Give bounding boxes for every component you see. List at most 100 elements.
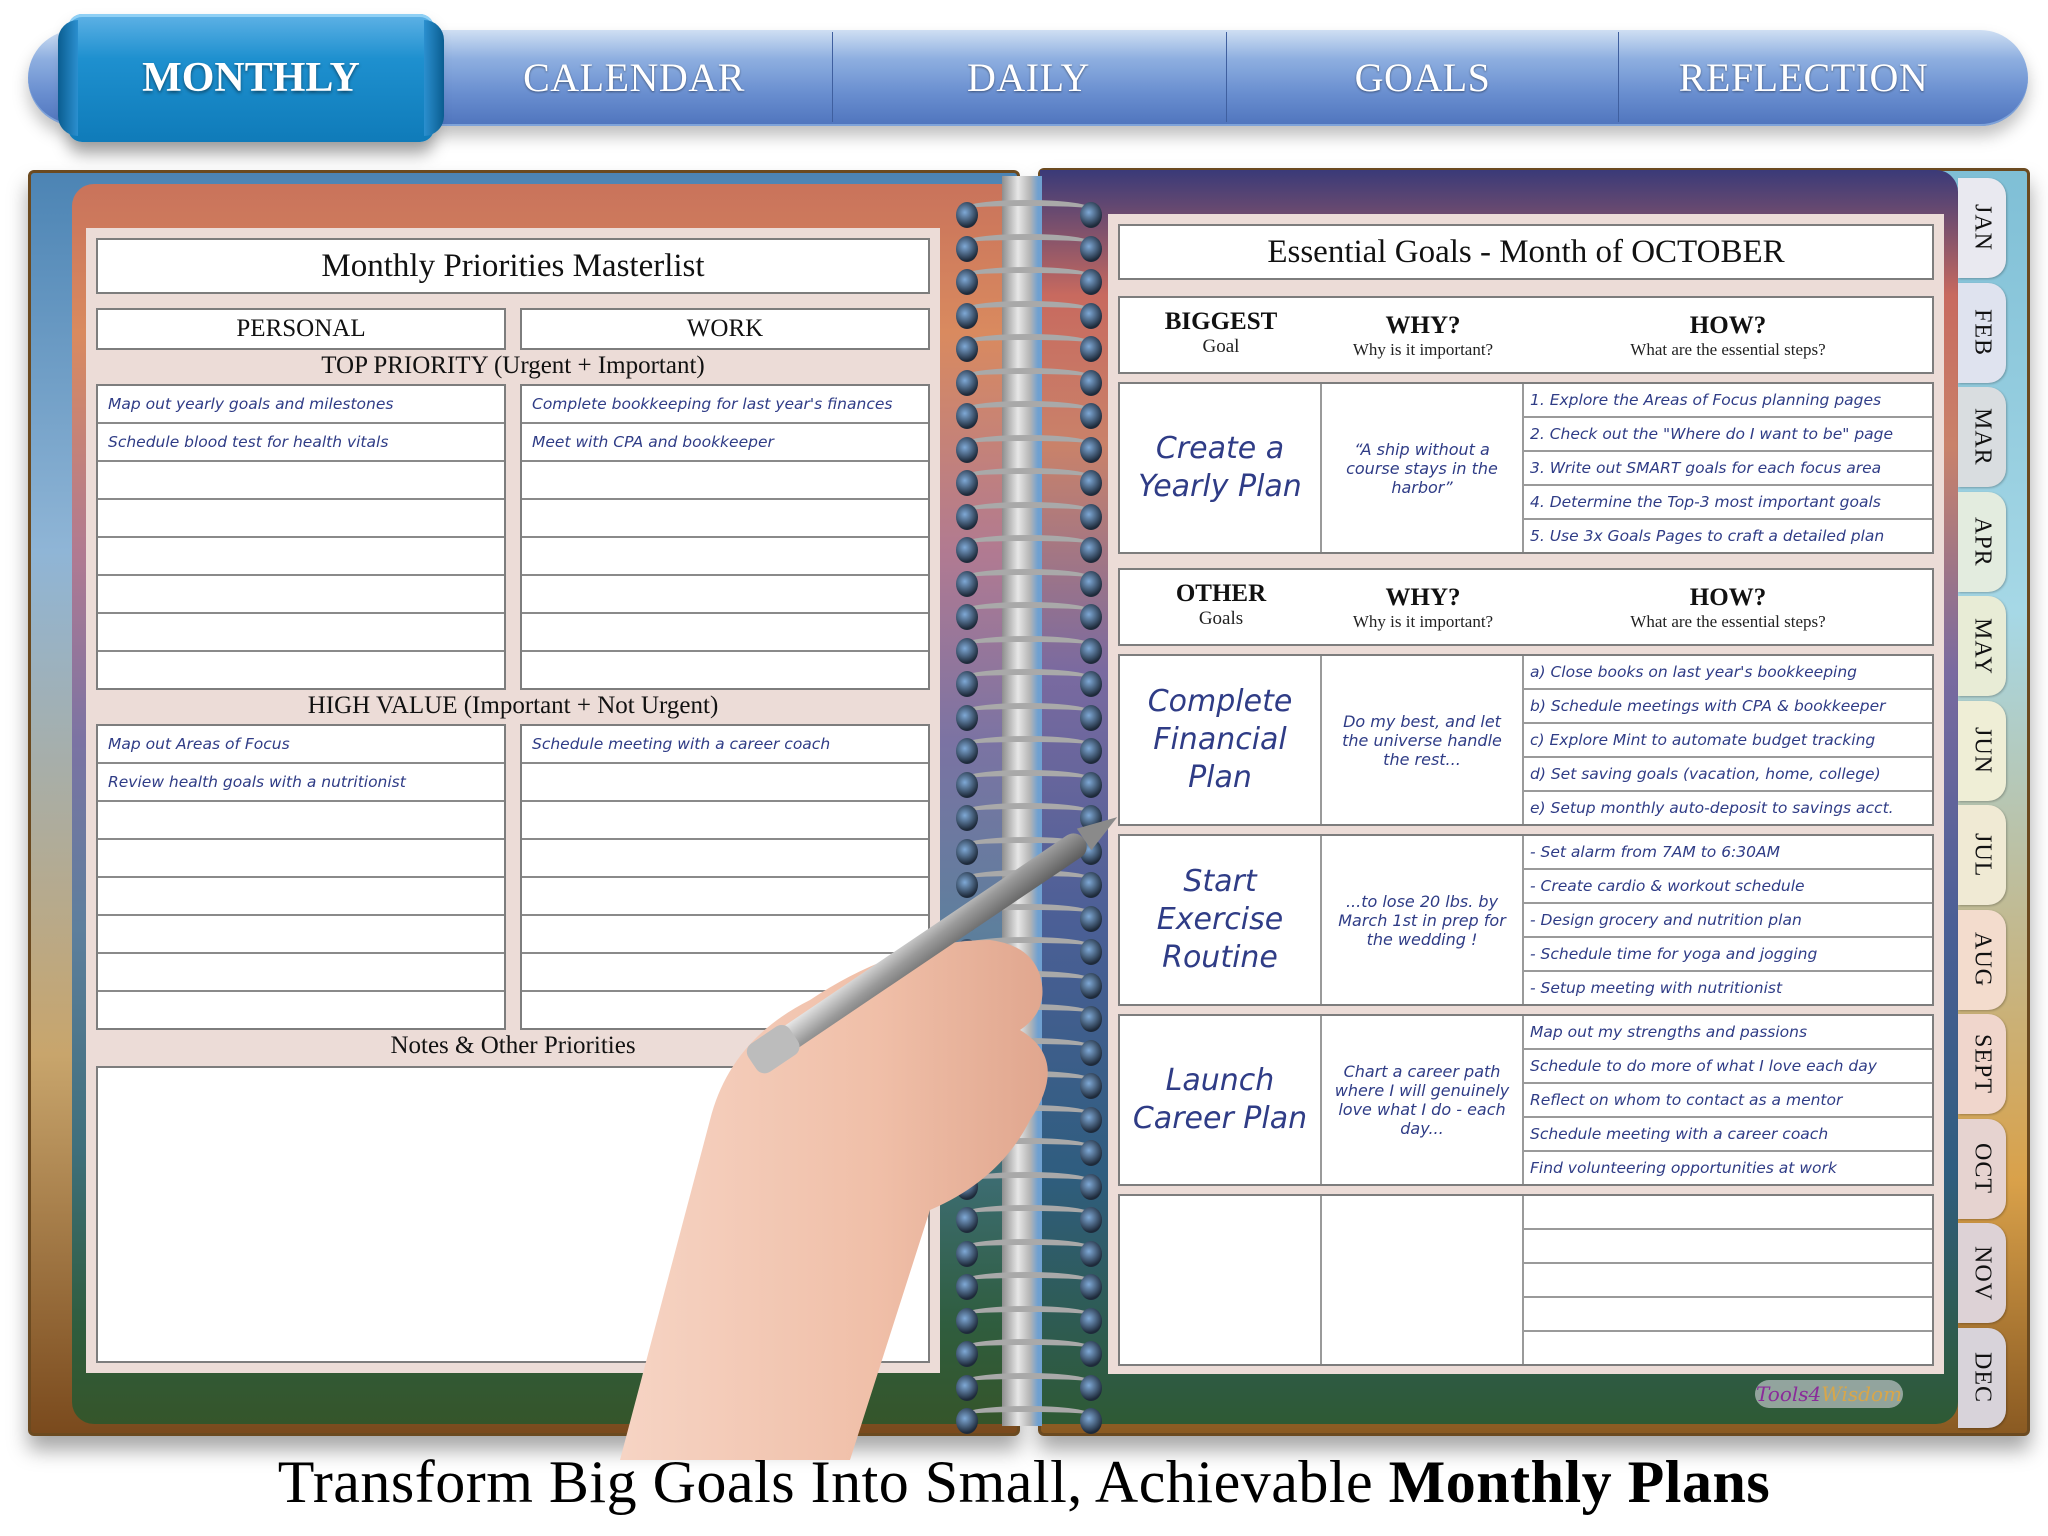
punch-hole (956, 1408, 978, 1434)
goal-name[interactable] (1120, 1196, 1322, 1364)
tab-monthly-active[interactable]: MONTHLY (58, 14, 444, 142)
notes-area[interactable] (96, 1066, 930, 1363)
goal-how-list (1524, 1196, 1932, 1364)
list-item[interactable] (522, 538, 928, 576)
goal-name[interactable]: Start Exercise Routine (1120, 836, 1322, 1004)
list-item[interactable] (522, 576, 928, 614)
list-item[interactable]: Meet with CPA and bookkeeper (522, 424, 928, 462)
spiral-ring (956, 233, 1102, 262)
month-tab-aug[interactable]: AUG (1958, 909, 2006, 1010)
tab-goals[interactable]: GOALS (1226, 32, 1618, 122)
list-item[interactable] (98, 500, 504, 538)
tab-daily[interactable]: DAILY (832, 32, 1224, 122)
month-tab-label: JUL (1969, 832, 1996, 878)
how-step[interactable]: Reflect on whom to contact as a mentor (1524, 1084, 1932, 1118)
how-step[interactable]: - Setup meeting with nutritionist (1524, 972, 1932, 1004)
how-step[interactable] (1524, 1196, 1932, 1230)
how-step[interactable]: 3. Write out SMART goals for each focus … (1524, 452, 1932, 486)
list-item[interactable] (98, 652, 504, 690)
goal-why[interactable]: ...to lose 20 lbs. by March 1st in prep … (1322, 836, 1524, 1004)
month-tab-nov[interactable]: NOV (1958, 1223, 2006, 1323)
list-item[interactable] (522, 652, 928, 690)
how-step[interactable]: 2. Check out the "Where do I want to be"… (1524, 418, 1932, 452)
month-tab-jan[interactable]: JAN (1958, 178, 2006, 278)
month-tab-oct[interactable]: OCT (1958, 1118, 2006, 1219)
punch-hole (956, 1006, 978, 1032)
list-item[interactable] (522, 992, 928, 1030)
how-step[interactable]: - Design grocery and nutrition plan (1524, 904, 1932, 938)
how-step[interactable]: 5. Use 3x Goals Pages to craft a detaile… (1524, 520, 1932, 552)
list-item[interactable] (98, 614, 504, 652)
how-step[interactable]: - Schedule time for yoga and jogging (1524, 938, 1932, 972)
punch-hole (956, 235, 978, 262)
how-step[interactable] (1524, 1332, 1932, 1364)
spiral-ring (956, 903, 1102, 932)
month-tab-feb[interactable]: FEB (1958, 282, 2006, 383)
tab-reflection[interactable]: REFLECTION (1618, 32, 1988, 122)
list-item[interactable] (522, 764, 928, 802)
tab-calendar[interactable]: CALENDAR (438, 32, 830, 122)
brand-logo-part2: Wisdom (1821, 1382, 1902, 1406)
list-item[interactable] (522, 916, 928, 954)
list-item[interactable] (98, 538, 504, 576)
month-tab-sept[interactable]: SEPT (1958, 1014, 2006, 1114)
how-step[interactable]: - Create cardio & workout schedule (1524, 870, 1932, 904)
how-step[interactable]: Map out my strengths and passions (1524, 1016, 1932, 1050)
list-item[interactable]: Map out yearly goals and milestones (98, 386, 504, 424)
goal-why[interactable]: “A ship without a course stays in the ha… (1322, 384, 1524, 552)
how-step[interactable]: Schedule to do more of what I love each … (1524, 1050, 1932, 1084)
list-item[interactable] (522, 878, 928, 916)
month-tab-dec[interactable]: DEC (1958, 1327, 2006, 1428)
list-item[interactable] (522, 840, 928, 878)
goal-name[interactable]: Create a Yearly Plan (1120, 384, 1322, 552)
goal-why[interactable] (1322, 1196, 1524, 1364)
list-item[interactable] (522, 614, 928, 652)
list-item[interactable] (522, 954, 928, 992)
goal-name[interactable]: Launch Career Plan (1120, 1016, 1322, 1184)
goal-why[interactable]: Chart a career path where I will genuine… (1322, 1016, 1524, 1184)
month-tab-mar[interactable]: MAR (1958, 387, 2006, 487)
page-title-text: Monthly Priorities Masterlist (321, 247, 705, 284)
list-item[interactable]: Schedule blood test for health vitals (98, 424, 504, 462)
list-item[interactable] (522, 802, 928, 840)
how-step[interactable]: 4. Determine the Top-3 most important go… (1524, 486, 1932, 520)
list-item[interactable] (98, 802, 504, 840)
how-step[interactable]: e) Setup monthly auto-deposit to savings… (1524, 792, 1932, 824)
list-item[interactable] (522, 500, 928, 538)
punch-hole (956, 637, 978, 664)
list-item[interactable] (98, 954, 504, 992)
month-tab-may[interactable]: MAY (1958, 596, 2006, 696)
biggest-goal-row: Create a Yearly Plan “A ship without a c… (1118, 382, 1934, 554)
month-tab-jun[interactable]: JUN (1958, 700, 2006, 801)
month-tab-jul[interactable]: JUL (1958, 805, 2006, 905)
how-step[interactable]: b) Schedule meetings with CPA & bookkeep… (1524, 690, 1932, 724)
list-item[interactable] (98, 878, 504, 916)
how-step[interactable] (1524, 1264, 1932, 1298)
how-step[interactable]: d) Set saving goals (vacation, home, col… (1524, 758, 1932, 792)
spiral-ring (956, 1205, 1102, 1233)
how-step[interactable]: Schedule meeting with a career coach (1524, 1118, 1932, 1152)
goal-why[interactable]: Do my best, and let the universe handle … (1322, 656, 1524, 824)
list-item[interactable]: Review health goals with a nutritionist (98, 764, 504, 802)
spiral-ring (956, 1238, 1102, 1267)
how-step[interactable] (1524, 1298, 1932, 1332)
punch-hole (1080, 805, 1102, 831)
list-item[interactable]: Schedule meeting with a career coach (522, 726, 928, 764)
list-item[interactable] (98, 916, 504, 954)
how-step[interactable]: - Set alarm from 7AM to 6:30AM (1524, 836, 1932, 870)
list-item[interactable]: Map out Areas of Focus (98, 726, 504, 764)
list-item[interactable] (522, 462, 928, 500)
list-item[interactable] (98, 992, 504, 1030)
how-step[interactable] (1524, 1230, 1932, 1264)
punch-hole (1080, 1173, 1102, 1200)
how-step[interactable]: Find volunteering opportunities at work (1524, 1152, 1932, 1184)
how-step[interactable]: a) Close books on last year's bookkeepin… (1524, 656, 1932, 690)
how-step[interactable]: c) Explore Mint to automate budget track… (1524, 724, 1932, 758)
goal-name[interactable]: Complete Financial Plan (1120, 656, 1322, 824)
how-step[interactable]: 1. Explore the Areas of Focus planning p… (1524, 384, 1932, 418)
month-tab-apr[interactable]: APR (1958, 491, 2006, 592)
list-item[interactable] (98, 840, 504, 878)
list-item[interactable]: Complete bookkeeping for last year's fin… (522, 386, 928, 424)
list-item[interactable] (98, 576, 504, 614)
list-item[interactable] (98, 462, 504, 500)
